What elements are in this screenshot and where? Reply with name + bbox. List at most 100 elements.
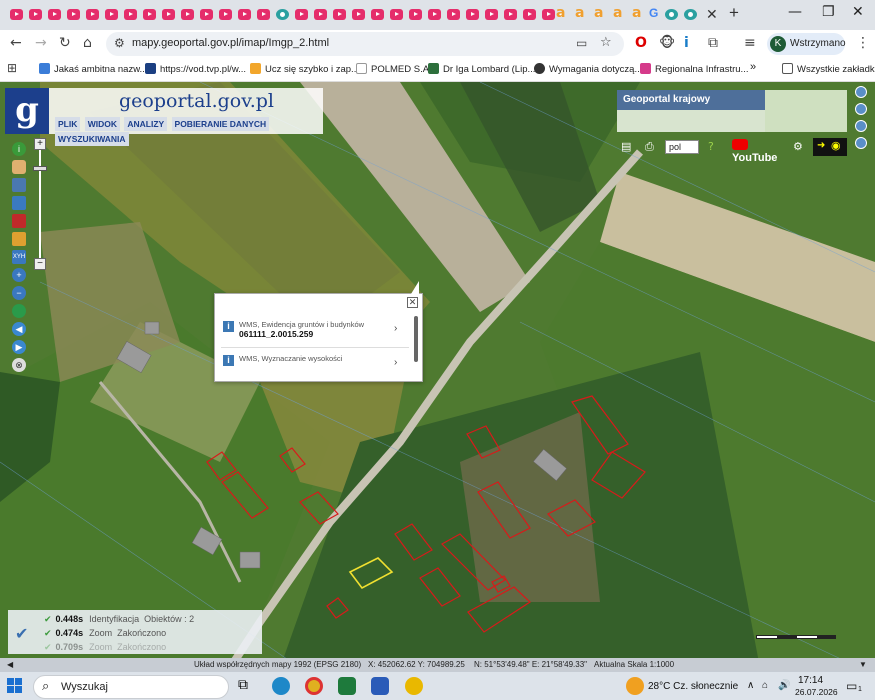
- youtube-link[interactable]: YouTube: [732, 139, 782, 164]
- browser-tab[interactable]: G: [646, 6, 663, 23]
- browser-tab[interactable]: [663, 6, 680, 23]
- collapse-down-icon[interactable]: ▼: [859, 660, 867, 669]
- geoportal-logo[interactable]: g: [5, 88, 49, 134]
- taskbar-search[interactable]: ⌕ Wyszukaj: [33, 675, 229, 699]
- menu-widok[interactable]: WIDOK: [84, 117, 120, 131]
- menu-plik[interactable]: PLIK: [55, 117, 81, 131]
- weather-text[interactable]: 28°C Cz. słonecznie: [648, 681, 738, 692]
- browser-tab[interactable]: [464, 6, 481, 23]
- browser-tab[interactable]: [521, 6, 538, 23]
- weather-icon[interactable]: [626, 677, 644, 695]
- extension-info-icon[interactable]: i: [684, 35, 689, 51]
- volume-icon[interactable]: 🔊: [778, 680, 790, 691]
- address-bar[interactable]: ⚙ mapy.geoportal.gov.pl/imap/Imgp_2.html…: [106, 32, 624, 56]
- more-bookmarks-chevron[interactable]: »: [750, 61, 756, 73]
- right-control-button[interactable]: [855, 120, 867, 132]
- select-area-icon[interactable]: [12, 196, 26, 210]
- help-icon[interactable]: ?: [708, 140, 714, 153]
- notification-icon[interactable]: ▭: [846, 679, 857, 693]
- browser-tab[interactable]: [160, 6, 177, 23]
- browser-tab[interactable]: [407, 6, 424, 23]
- browser-tab[interactable]: a: [553, 5, 570, 23]
- popup-result-row[interactable]: i WMS, Ewidencja gruntów i budynków 0611…: [221, 318, 411, 346]
- browser-tab[interactable]: [426, 6, 443, 23]
- right-control-button[interactable]: [855, 137, 867, 149]
- browser-tab[interactable]: [122, 6, 139, 23]
- browser-tab[interactable]: [236, 6, 253, 23]
- document-icon[interactable]: ▤: [621, 140, 631, 153]
- chevron-right-icon[interactable]: ›: [394, 323, 397, 334]
- browser-tab[interactable]: [502, 6, 519, 23]
- browser-tab[interactable]: a: [610, 5, 627, 23]
- previous-view-icon[interactable]: ◀: [12, 322, 26, 336]
- bookmark-item[interactable]: Regionalna Infrastru...: [640, 63, 748, 75]
- accessibility-icon[interactable]: ⚙: [793, 140, 803, 153]
- pan-hand-icon[interactable]: [12, 160, 26, 174]
- browser-tab-active[interactable]: [682, 6, 699, 23]
- opera-extension-icon[interactable]: O: [635, 35, 647, 51]
- app-icon[interactable]: [405, 677, 423, 695]
- word-icon[interactable]: [371, 677, 389, 695]
- zoom-slider-plus[interactable]: +: [34, 138, 46, 150]
- menu-wyszukiwania[interactable]: WYSZUKIWANIA: [55, 132, 129, 146]
- home-icon[interactable]: ⌂: [83, 35, 92, 51]
- new-tab-icon[interactable]: +: [729, 3, 739, 23]
- browser-tab[interactable]: [27, 6, 44, 23]
- browser-tab[interactable]: [312, 6, 329, 23]
- network-icon[interactable]: ⌂: [762, 680, 768, 691]
- zoom-slider[interactable]: + −: [33, 138, 47, 270]
- popup-result-row[interactable]: i WMS, Wyznaczanie wysokości ›: [221, 352, 411, 380]
- profile-button[interactable]: K Wstrzymano: [767, 33, 846, 55]
- back-icon[interactable]: ←: [10, 35, 22, 51]
- window-close-icon[interactable]: ✕: [852, 4, 864, 20]
- zoom-slider-minus[interactable]: −: [34, 258, 46, 270]
- browser-tab[interactable]: [179, 6, 196, 23]
- reset-view-icon[interactable]: ⊗: [12, 358, 26, 372]
- xyh-coordinates-icon[interactable]: XYH: [12, 250, 26, 264]
- windows-start-icon[interactable]: [7, 678, 25, 696]
- menu-pobieranie-danych[interactable]: POBIERANIE DANYCH: [171, 117, 270, 131]
- restore-icon[interactable]: ❐: [822, 4, 835, 20]
- chrome-icon[interactable]: [305, 677, 323, 695]
- print-icon[interactable]: ⎙: [645, 140, 654, 154]
- browser-tab[interactable]: [65, 6, 82, 23]
- forward-icon[interactable]: →: [35, 35, 47, 51]
- extensions-puzzle-icon[interactable]: ⧉: [708, 35, 718, 51]
- bookmark-item[interactable]: Wymagania dotyczą...: [534, 63, 642, 75]
- close-tab-icon[interactable]: ✕: [706, 6, 718, 23]
- chevron-right-icon[interactable]: ›: [394, 357, 397, 368]
- all-bookmarks-button[interactable]: Wszystkie zakładki: [782, 63, 875, 75]
- edge-icon[interactable]: [272, 677, 290, 695]
- popup-close-icon[interactable]: ✕: [407, 297, 418, 308]
- overview-map-panel[interactable]: Geoportal krajowy: [617, 90, 847, 132]
- browser-tab[interactable]: [8, 6, 25, 23]
- bookmark-item[interactable]: Jakaś ambitna nazw...: [39, 63, 147, 75]
- site-info-icon[interactable]: ⚙: [114, 36, 125, 50]
- zoom-in-icon[interactable]: +: [12, 268, 26, 282]
- browser-tab[interactable]: [350, 6, 367, 23]
- browser-tab[interactable]: a: [629, 5, 646, 23]
- bookmark-item[interactable]: https://vod.tvp.pl/w...: [145, 63, 246, 75]
- next-view-icon[interactable]: ▶: [12, 340, 26, 354]
- bookmark-star-icon[interactable]: ☆: [600, 35, 612, 50]
- browser-tab[interactable]: [217, 6, 234, 23]
- browser-tab[interactable]: [103, 6, 120, 23]
- contrast-toggle[interactable]: ➜ ◉: [813, 138, 847, 156]
- globe-icon[interactable]: [12, 304, 26, 318]
- browser-tab[interactable]: [198, 6, 215, 23]
- map-viewport[interactable]: g geoportal.gov.pl PLIK WIDOK ANALIZY PO…: [0, 82, 875, 668]
- browser-tab[interactable]: a: [591, 5, 608, 23]
- tab-search-icon[interactable]: ≡: [744, 35, 756, 51]
- browser-tab[interactable]: [293, 6, 310, 23]
- bookmark-item[interactable]: POLMED S.A.: [356, 63, 432, 75]
- install-app-icon[interactable]: ▭: [576, 36, 587, 50]
- menu-analizy[interactable]: ANALIZY: [124, 117, 168, 131]
- layers-list-icon[interactable]: [12, 178, 26, 192]
- bookmark-item[interactable]: Ucz się szybko i zap...: [250, 63, 359, 75]
- extension-icon[interactable]: 🐵: [659, 35, 675, 51]
- browser-tab[interactable]: [331, 6, 348, 23]
- right-control-button[interactable]: [855, 103, 867, 115]
- show-hidden-icons-chevron[interactable]: ∧: [747, 680, 754, 691]
- zoom-out-icon[interactable]: −: [12, 286, 26, 300]
- clock-date[interactable]: 26.07.2026: [795, 687, 838, 697]
